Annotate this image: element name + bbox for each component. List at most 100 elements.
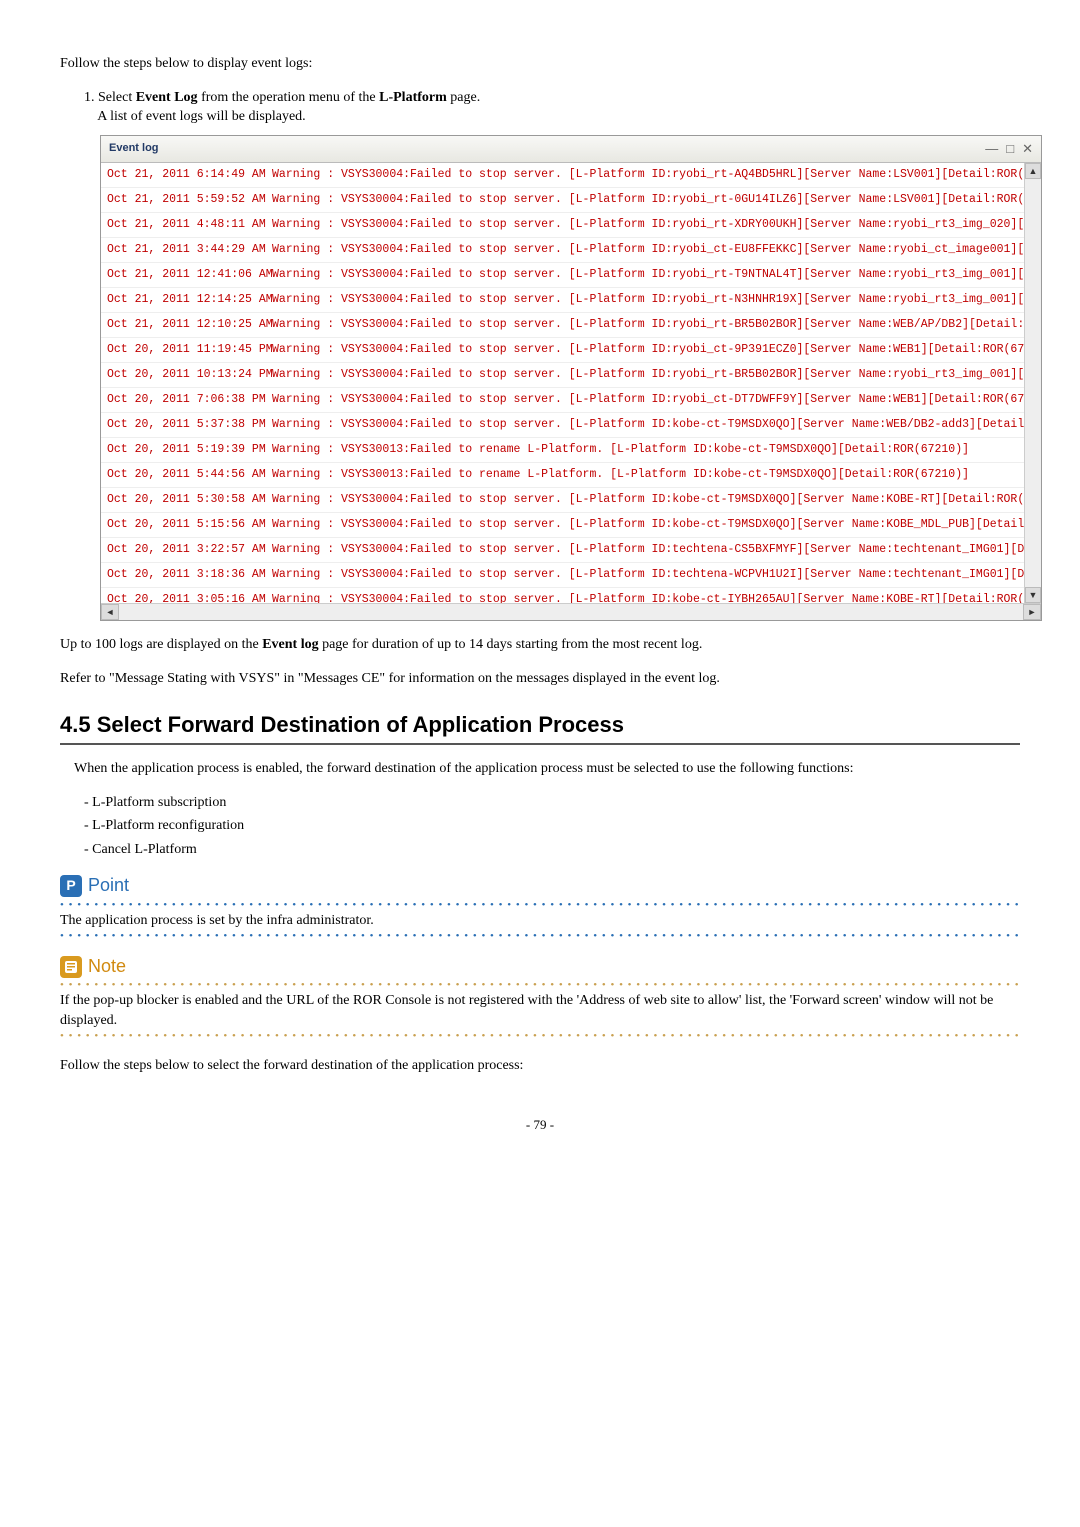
note-icon (60, 956, 82, 978)
log-row: Oct 20, 2011 11:19:45 PMWarning : VSYS30… (101, 338, 1041, 363)
after-text-1: Up to 100 logs are displayed on the Even… (60, 635, 1020, 655)
t: Up to 100 logs are displayed on the (60, 637, 262, 652)
log-message: Warning : VSYS30004:Failed to stop serve… (272, 565, 1035, 585)
log-row: Oct 21, 2011 5:59:52 AMWarning : VSYS300… (101, 188, 1041, 213)
log-message: Warning : VSYS30004:Failed to stop serve… (272, 215, 1035, 235)
log-message: Warning : VSYS30004:Failed to stop serve… (272, 540, 1035, 560)
log-row: Oct 20, 2011 5:19:39 PMWarning : VSYS300… (101, 438, 1041, 463)
log-timestamp: Oct 21, 2011 5:59:52 AM (107, 190, 272, 210)
log-message: Warning : VSYS30004:Failed to stop serve… (272, 490, 1035, 510)
log-row: Oct 20, 2011 3:05:16 AMWarning : VSYS300… (101, 588, 1041, 603)
log-message: Warning : VSYS30004:Failed to stop serve… (272, 390, 1035, 410)
log-row: Oct 21, 2011 12:14:25 AMWarning : VSYS30… (101, 288, 1041, 313)
log-timestamp: Oct 20, 2011 3:22:57 AM (107, 540, 272, 560)
log-message: Warning : VSYS30013:Failed to rename L-P… (272, 465, 1035, 485)
point-callout: P Point • • • • • • • • • • • • • • • • … (60, 873, 1020, 940)
intro-text: Follow the steps below to display event … (60, 54, 1020, 74)
scroll-left-icon[interactable]: ◄ (101, 604, 119, 620)
scroll-track-v[interactable] (1026, 179, 1040, 587)
log-timestamp: Oct 20, 2011 5:37:38 PM (107, 415, 272, 435)
log-message: Warning : VSYS30004:Failed to stop serve… (272, 265, 1035, 285)
log-timestamp: Oct 21, 2011 12:41:06 AM (107, 265, 272, 285)
window-title: Event log (109, 141, 159, 156)
scroll-down-icon[interactable]: ▼ (1025, 587, 1041, 603)
list-item: L-Platform subscription (84, 793, 1020, 813)
log-timestamp: Oct 20, 2011 5:15:56 AM (107, 515, 272, 535)
list-item: L-Platform reconfiguration (84, 816, 1020, 836)
log-timestamp: Oct 21, 2011 12:10:25 AM (107, 315, 272, 335)
horizontal-scrollbar[interactable]: ◄ ► (101, 603, 1041, 620)
dots-divider: • • • • • • • • • • • • • • • • • • • • … (60, 1032, 1020, 1040)
log-row: Oct 20, 2011 3:18:36 AMWarning : VSYS300… (101, 563, 1041, 588)
section-intro: When the application process is enabled,… (74, 759, 1020, 779)
list-item: Cancel L-Platform (84, 840, 1020, 860)
log-row: Oct 21, 2011 3:44:29 AMWarning : VSYS300… (101, 238, 1041, 263)
log-row: Oct 20, 2011 10:13:24 PMWarning : VSYS30… (101, 363, 1041, 388)
log-message: Warning : VSYS30013:Failed to rename L-P… (272, 440, 1035, 460)
log-timestamp: Oct 20, 2011 5:19:39 PM (107, 440, 272, 460)
note-label: Note (88, 954, 126, 979)
log-timestamp: Oct 20, 2011 3:05:16 AM (107, 590, 272, 603)
dots-divider: • • • • • • • • • • • • • • • • • • • • … (60, 901, 1020, 909)
section-heading: 4.5 Select Forward Destination of Applic… (60, 710, 1020, 745)
log-row: Oct 20, 2011 5:15:56 AMWarning : VSYS300… (101, 513, 1041, 538)
log-timestamp: Oct 21, 2011 3:44:29 AM (107, 240, 272, 260)
note-callout: Note • • • • • • • • • • • • • • • • • •… (60, 954, 1020, 1040)
log-timestamp: Oct 20, 2011 5:44:56 AM (107, 465, 272, 485)
log-message: Warning : VSYS30004:Failed to stop serve… (272, 315, 1035, 335)
log-message: Warning : VSYS30004:Failed to stop serve… (272, 340, 1035, 360)
point-body: The application process is set by the in… (60, 911, 1020, 931)
point-icon: P (60, 875, 82, 897)
bold-event-log: Event Log (136, 90, 198, 105)
step-1: 1. Select Event Log from the operation m… (84, 88, 1020, 127)
log-row: Oct 21, 2011 12:41:06 AMWarning : VSYS30… (101, 263, 1041, 288)
step-num: 1. (84, 90, 95, 105)
event-log-window: Event log — □ ✕ ▲ ▼ Oct 21, 2011 6:14:49… (100, 135, 1042, 621)
t: from the operation menu of the (198, 90, 380, 105)
maximize-icon[interactable]: □ (1006, 140, 1014, 158)
after-text-2: Refer to "Message Stating with VSYS" in … (60, 669, 1020, 689)
log-message: Warning : VSYS30004:Failed to stop serve… (272, 515, 1035, 535)
log-row: Oct 21, 2011 6:14:49 AMWarning : VSYS300… (101, 163, 1041, 188)
log-message: Warning : VSYS30004:Failed to stop serve… (272, 240, 1035, 260)
log-rows-area: ▲ ▼ Oct 21, 2011 6:14:49 AMWarning : VSY… (101, 163, 1041, 603)
log-row: Oct 20, 2011 3:22:57 AMWarning : VSYS300… (101, 538, 1041, 563)
log-timestamp: Oct 20, 2011 10:13:24 PM (107, 365, 272, 385)
dots-divider: • • • • • • • • • • • • • • • • • • • • … (60, 981, 1020, 989)
scroll-right-icon[interactable]: ► (1023, 604, 1041, 620)
bold-event-log-2: Event log (262, 637, 318, 652)
page-number: - 79 - (60, 1116, 1020, 1134)
note-body: If the pop-up blocker is enabled and the… (60, 991, 1020, 1030)
dots-divider: • • • • • • • • • • • • • • • • • • • • … (60, 932, 1020, 940)
log-row: Oct 20, 2011 5:30:58 AMWarning : VSYS300… (101, 488, 1041, 513)
log-timestamp: Oct 20, 2011 5:30:58 AM (107, 490, 272, 510)
log-timestamp: Oct 20, 2011 11:19:45 PM (107, 340, 272, 360)
log-timestamp: Oct 21, 2011 4:48:11 AM (107, 215, 272, 235)
t: page. (447, 90, 480, 105)
log-message: Warning : VSYS30004:Failed to stop serve… (272, 365, 1035, 385)
vertical-scrollbar[interactable]: ▲ ▼ (1024, 163, 1041, 603)
log-message: Warning : VSYS30004:Failed to stop serve… (272, 190, 1035, 210)
log-message: Warning : VSYS30004:Failed to stop serve… (272, 590, 1035, 603)
log-row: Oct 21, 2011 12:10:25 AMWarning : VSYS30… (101, 313, 1041, 338)
log-timestamp: Oct 20, 2011 7:06:38 PM (107, 390, 272, 410)
log-message: Warning : VSYS30004:Failed to stop serve… (272, 165, 1035, 185)
function-list: L-Platform subscription L-Platform recon… (60, 793, 1020, 860)
t: page for duration of up to 14 days start… (319, 637, 703, 652)
log-row: Oct 20, 2011 5:44:56 AMWarning : VSYS300… (101, 463, 1041, 488)
log-message: Warning : VSYS30004:Failed to stop serve… (272, 415, 1035, 435)
close-icon[interactable]: ✕ (1022, 140, 1033, 158)
log-timestamp: Oct 21, 2011 6:14:49 AM (107, 165, 272, 185)
log-row: Oct 21, 2011 4:48:11 AMWarning : VSYS300… (101, 213, 1041, 238)
log-timestamp: Oct 20, 2011 3:18:36 AM (107, 565, 272, 585)
log-row: Oct 20, 2011 5:37:38 PMWarning : VSYS300… (101, 413, 1041, 438)
log-message: Warning : VSYS30004:Failed to stop serve… (272, 290, 1035, 310)
event-log-titlebar: Event log — □ ✕ (101, 136, 1041, 163)
closing-text: Follow the steps below to select the for… (60, 1056, 1020, 1076)
point-label: Point (88, 873, 129, 898)
scroll-track-h[interactable] (120, 605, 1022, 619)
step-line2: A list of event logs will be displayed. (97, 109, 305, 124)
scroll-up-icon[interactable]: ▲ (1025, 163, 1041, 179)
minimize-icon[interactable]: — (985, 140, 998, 158)
bold-l-platform: L-Platform (379, 90, 447, 105)
